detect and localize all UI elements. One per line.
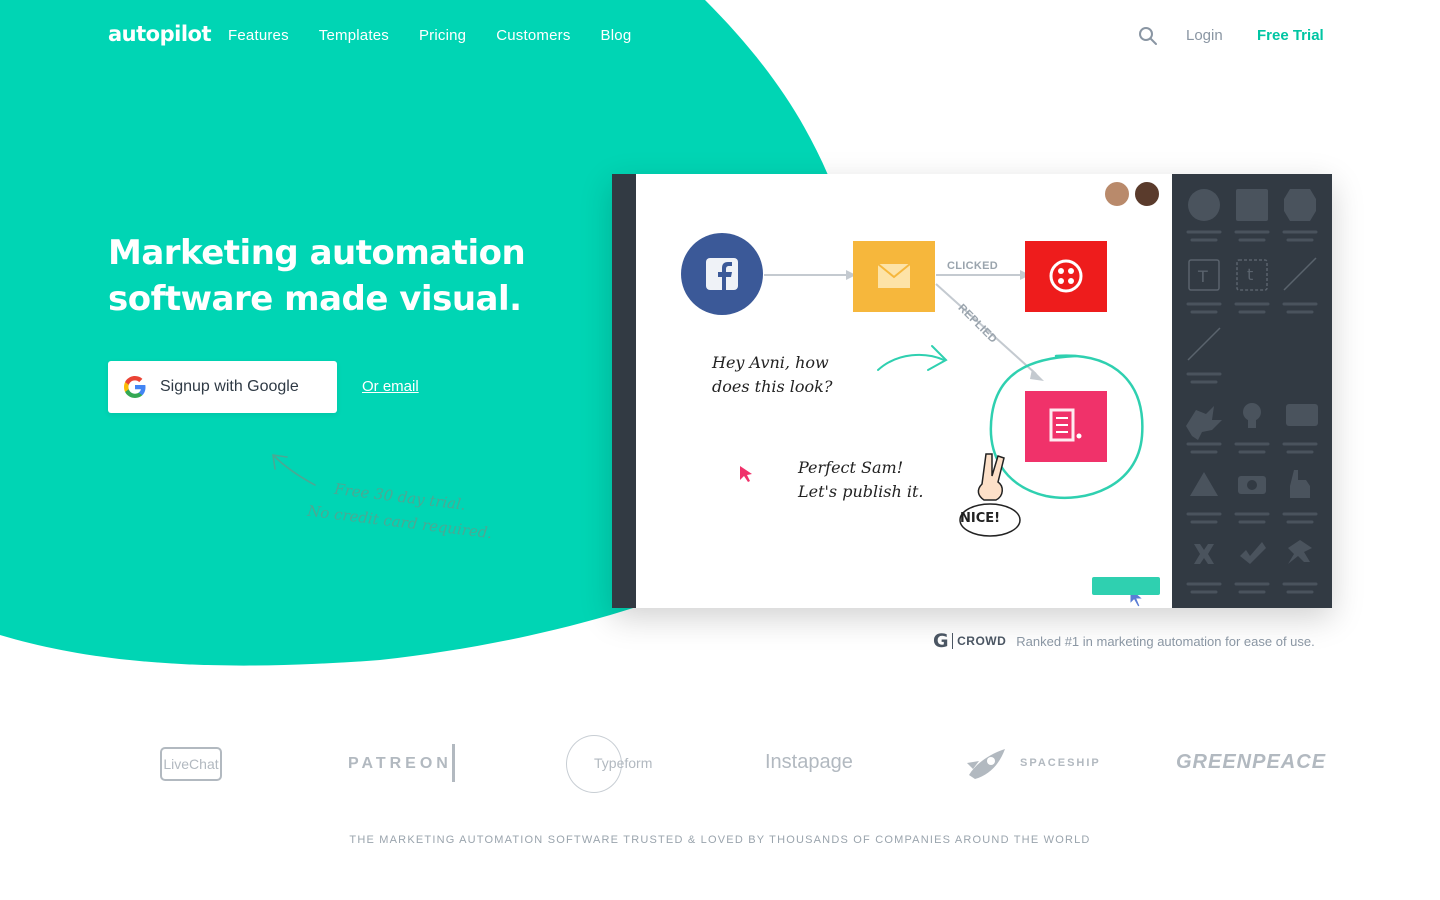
nice-badge: NICE!	[960, 511, 1001, 526]
autopilot-logo[interactable]: autopilot	[108, 22, 211, 46]
instapage-logo: Instapage	[765, 751, 853, 773]
comment-note-1-line1: Hey Avni, how	[712, 353, 829, 372]
livechat-logo: LiveChat	[160, 747, 222, 781]
publish-button[interactable]	[1092, 577, 1160, 595]
spaceship-logo: SPACESHIP	[1020, 757, 1101, 769]
comment-note-1: Hey Avni, how does this look?	[712, 351, 832, 399]
g2-logo-text: CROWD	[957, 634, 1007, 648]
spaceship-rocket-icon	[967, 749, 1005, 779]
edge-label-clicked: CLICKED	[947, 260, 998, 272]
journey-canvas: CLICKED REPLIED Hey Avni, how does this …	[636, 174, 1172, 608]
svg-text:t: t	[1247, 265, 1253, 284]
nav-links: Features Templates Pricing Customers Blo…	[228, 27, 631, 44]
nav-link-blog[interactable]: Blog	[601, 27, 632, 44]
g2-crowd-badge: G CROWD Ranked #1 in marketing automatio…	[933, 630, 1315, 652]
login-link[interactable]: Login	[1186, 27, 1223, 44]
patreon-logo-bar	[452, 744, 455, 782]
search-icon[interactable]	[1138, 26, 1158, 46]
nav-link-templates[interactable]: Templates	[319, 27, 389, 44]
signup-google-label: Signup with Google	[160, 378, 299, 395]
google-icon	[124, 376, 146, 398]
svg-text:T: T	[1197, 267, 1208, 286]
comment-note-2-line2: Let's publish it.	[798, 482, 924, 501]
customer-logos: LiveChat PATREON Typeform Instapage SPAC…	[0, 735, 1440, 795]
g2-icon: G	[933, 630, 950, 652]
g2-divider	[952, 633, 954, 649]
comment-note-2: Perfect Sam! Let's publish it.	[798, 456, 923, 504]
g2-ranked-text: Ranked #1 in marketing automation for ea…	[1016, 633, 1315, 649]
collaborator-avatars	[1103, 180, 1161, 208]
trusted-by-tagline: THE MARKETING AUTOMATION SOFTWARE TRUSTE…	[349, 834, 1091, 846]
nav-link-features[interactable]: Features	[228, 27, 289, 44]
nav-link-customers[interactable]: Customers	[496, 27, 570, 44]
greenpeace-logo: GREENPEACE	[1176, 751, 1327, 773]
shape-palette: T t	[1186, 189, 1318, 594]
patreon-logo: PATREON	[348, 755, 452, 772]
signup-google-button[interactable]: Signup with Google	[108, 361, 337, 413]
product-mockup: CLICKED REPLIED Hey Avni, how does this …	[612, 174, 1332, 608]
free-trial-link[interactable]: Free Trial	[1257, 27, 1324, 44]
mockup-left-rail	[612, 174, 636, 608]
top-nav: autopilot Features Templates Pricing Cus…	[0, 0, 1440, 72]
shape-palette-sidebar: T t	[1172, 174, 1332, 608]
comment-note-1-line2: does this look?	[712, 377, 833, 396]
avatar[interactable]	[1133, 180, 1161, 208]
typeform-logo: Typeform	[594, 755, 653, 771]
nav-link-pricing[interactable]: Pricing	[419, 27, 466, 44]
comment-note-2-line1: Perfect Sam!	[798, 458, 904, 477]
hero-title: Marketing automation software made visua…	[108, 233, 526, 319]
or-email-link[interactable]: Or email	[362, 378, 419, 395]
g2-crowd-logo: G CROWD	[933, 630, 1006, 652]
avatar[interactable]	[1103, 180, 1131, 208]
